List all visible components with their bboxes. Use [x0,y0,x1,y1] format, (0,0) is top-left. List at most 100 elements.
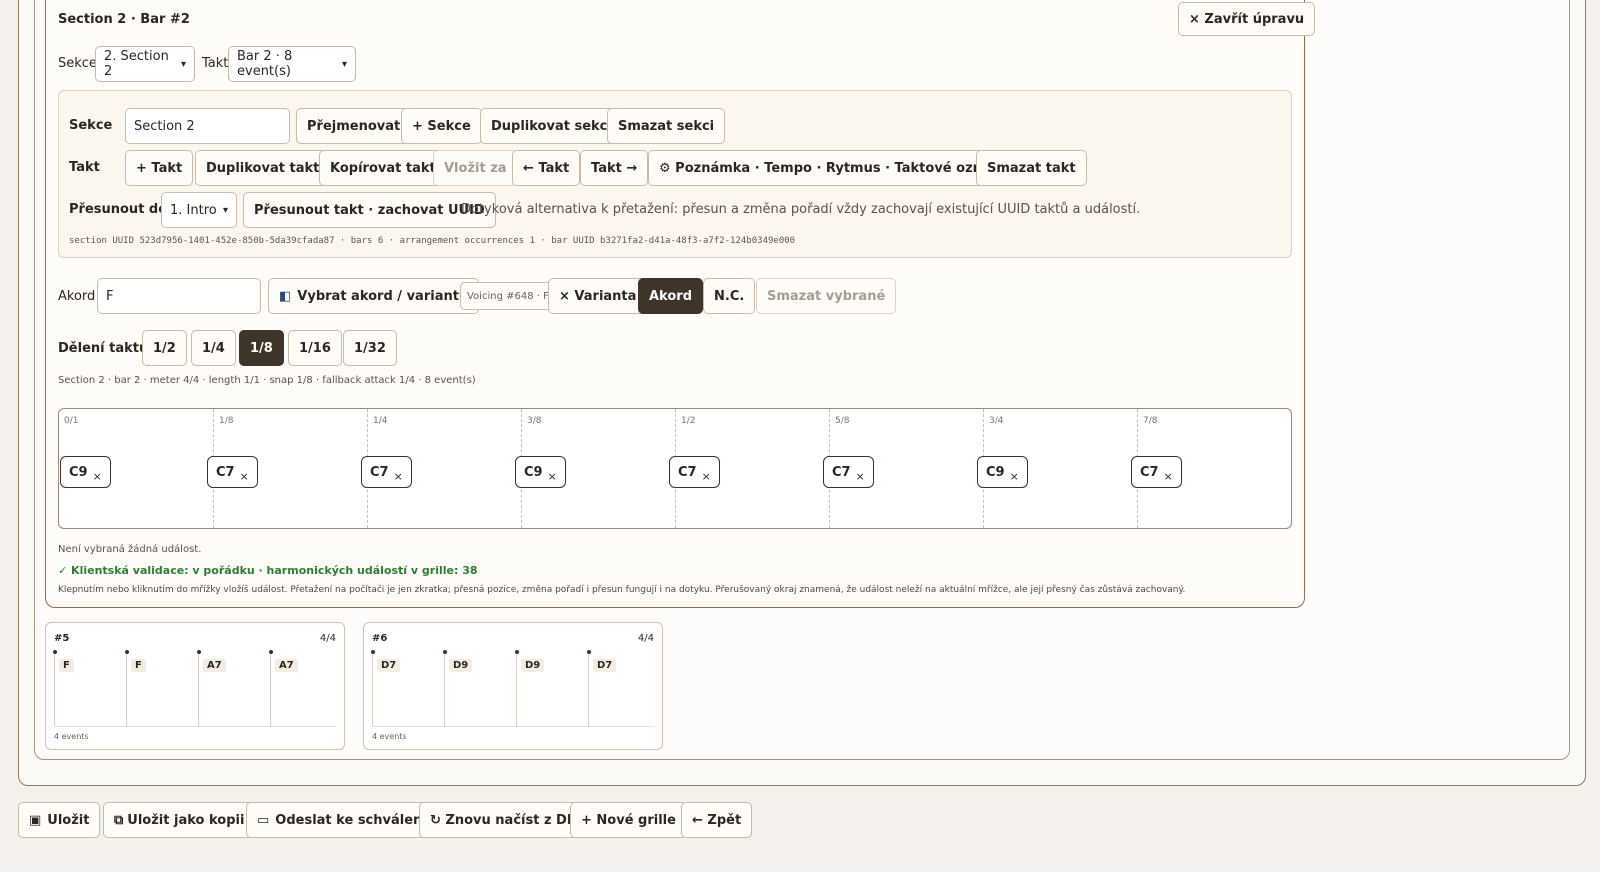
bar-right-button[interactable]: Takt → [580,150,649,186]
chord-event-label: C7 [370,464,389,480]
reload-button[interactable]: ↻ Znovu načíst z DB [419,802,588,838]
chord-mini: D7 [377,659,401,672]
bar-lane: F F A7 A7 [53,650,336,727]
remove-event-icon[interactable]: × [856,470,865,483]
chord-mode-button[interactable]: Akord [638,278,704,314]
move-to-label: Přesunout do [69,202,168,217]
move-target-value: 1. Intro [170,202,217,218]
chord-mini: F [59,659,74,672]
section-select[interactable]: 2. Section 2 ▾ [95,46,195,82]
bar-event-count: 4 events [54,732,89,741]
chord-event[interactable]: C7 × [361,456,412,488]
beat-dot [53,650,57,654]
chord-event[interactable]: C9 × [60,456,111,488]
remove-event-icon[interactable]: × [702,470,711,483]
voicing-badge: Voicing #648 · F [460,282,556,310]
division-1-4-button[interactable]: 1/4 [191,330,236,366]
section-select-value: 2. Section 2 [104,49,169,79]
chord-mini: D7 [593,659,617,672]
grid-tick-label: 1/4 [373,416,388,426]
paste-after-button[interactable]: Vložit za [433,150,518,186]
division-label: Dělení taktu: [58,341,154,356]
remove-event-icon[interactable]: × [240,470,249,483]
division-1-16-button[interactable]: 1/16 [288,330,342,366]
remove-event-icon[interactable]: × [1010,470,1019,483]
bar-event-count: 4 events [372,732,407,741]
add-section-button[interactable]: + Sekce [401,108,482,144]
section-name-input[interactable]: Section 2 [125,108,290,144]
grid-tick-label: 3/4 [989,416,1004,426]
bar-info: Section 2 · bar 2 · meter 4/4 · length 1… [58,375,476,386]
beat: D9 [515,650,545,726]
beat-dot [197,650,201,654]
chord-event-label: C9 [524,464,543,480]
chord-event[interactable]: C7 × [823,456,874,488]
new-grille-button[interactable]: + Nové grille [570,802,687,838]
beat: D7 [587,650,617,726]
chord-event[interactable]: C9 × [515,456,566,488]
bar-grid[interactable]: 0/1 1/8 1/4 3/8 1/2 5/8 3/4 7/8 C9 × C7 × … [58,408,1292,529]
save-copy-button[interactable]: ⧉ Uložit jako kopii [103,802,256,838]
chord-event[interactable]: C7 × [207,456,258,488]
uuid-info: section UUID 523d7956-1401-452e-850b-5da… [69,236,796,246]
floppy-icon: ▣ [29,812,42,828]
remove-variant-button[interactable]: × Varianta [548,278,648,314]
grid-tick-label: 7/8 [1143,416,1158,426]
delete-bar-button[interactable]: Smazat takt [976,150,1087,186]
add-bar-button[interactable]: + Takt [125,150,194,186]
save-copy-label: Uložit jako kopii [127,812,245,828]
beat-dot [587,650,591,654]
remove-event-icon[interactable]: × [394,470,403,483]
chord-input[interactable]: F [97,278,261,314]
copy-bar-button[interactable]: Kopírovat takt [319,150,447,186]
back-button[interactable]: ← Zpět [681,802,753,838]
division-1-8-button[interactable]: 1/8 [239,330,284,366]
beat-dot [371,650,375,654]
delete-section-button[interactable]: Smazat sekci [607,108,726,144]
chord-mini: A7 [275,659,298,672]
chord-event-label: C7 [678,464,697,480]
move-bar-button[interactable]: Přesunout takt · zachovat UUID [243,192,496,228]
bar-select[interactable]: Bar 2 · 8 event(s) ▾ [228,46,356,82]
no-chord-button[interactable]: N.C. [703,278,756,314]
beat: F [53,650,74,726]
bar-left-button[interactable]: ← Takt [512,150,581,186]
chord-event[interactable]: C7 × [1131,456,1182,488]
chord-event-label: C9 [69,464,88,480]
bar-note-button[interactable]: ⚙ Poznámka · Tempo · Rytmus · Taktové oz… [648,150,1032,186]
beat-dot [515,650,519,654]
remove-event-icon[interactable]: × [548,470,557,483]
chevron-down-icon: ▾ [180,58,186,70]
division-1-32-button[interactable]: 1/32 [343,330,397,366]
bar-card[interactable]: #5 4/4 F F A7 A7 4 events [45,622,345,750]
delete-selected-button[interactable]: Smazat vybrané [756,278,897,314]
remove-event-icon[interactable]: × [93,470,102,483]
selection-status: Není vybraná žádná událost. [58,544,202,555]
submit-approval-label: Odeslat ke schválení [275,812,427,828]
guitar-icon: ◧ [279,288,292,304]
editor-title: Section 2 · Bar #2 [58,12,190,27]
chord-event-label: C9 [986,464,1005,480]
move-target-select[interactable]: 1. Intro ▾ [161,192,237,228]
submit-approval-button[interactable]: ▭ Odeslat ke schválení [246,802,438,838]
beat: A7 [197,650,226,726]
bar-meter: 4/4 [319,633,336,644]
chord-event[interactable]: C9 × [977,456,1028,488]
section-row-label: Sekce [69,118,113,133]
division-1-2-button[interactable]: 1/2 [142,330,187,366]
remove-event-icon[interactable]: × [1164,470,1173,483]
pick-chord-button[interactable]: ◧ Vybrat akord / variantu [268,278,480,314]
close-edit-button[interactable]: × Zavřít úpravu [1178,2,1316,36]
bar-select-label: Takt [202,56,229,71]
rename-section-button[interactable]: Přejmenovat [296,108,412,144]
chord-event-label: C7 [832,464,851,480]
bar-card[interactable]: #6 4/4 D7 D9 D9 D7 4 events [363,622,663,750]
beat: F [125,650,146,726]
save-button[interactable]: ▣ Uložit [18,802,101,838]
duplicate-section-button[interactable]: Duplikovat sekci [480,108,623,144]
chord-event[interactable]: C7 × [669,456,720,488]
chord-label: Akord [58,289,96,304]
bar-meter: 4/4 [637,633,654,644]
chord-mini: D9 [521,659,545,672]
duplicate-bar-button[interactable]: Duplikovat takt [195,150,331,186]
